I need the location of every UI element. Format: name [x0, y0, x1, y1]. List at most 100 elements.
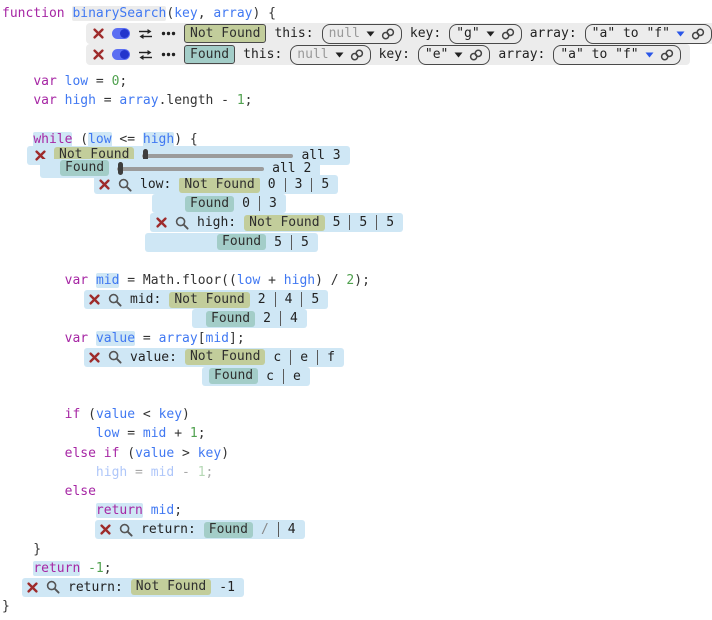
code-token: = Math.floor((: [119, 273, 236, 288]
probe-value: e: [293, 369, 301, 384]
code-token: else: [65, 484, 96, 499]
param-label: this:: [243, 47, 282, 62]
code-token: [2, 446, 65, 461]
magnifier-icon[interactable]: [175, 216, 189, 230]
magnifier-icon[interactable]: [46, 580, 60, 594]
probe-value: e: [300, 350, 308, 365]
code-token: [2, 273, 65, 288]
code-token-highlighted[interactable]: mid: [96, 273, 119, 288]
code-token: value: [135, 446, 174, 461]
magnifier-icon[interactable]: [108, 293, 122, 307]
toggle-icon[interactable]: [112, 28, 130, 39]
link-icon: [469, 49, 483, 61]
more-icon[interactable]: [161, 31, 176, 36]
probe-panel: mid:Not Found245: [84, 290, 328, 309]
code-token-highlighted[interactable]: binarySearch: [72, 6, 166, 21]
trace-row: Not Foundthis:nullkey:"g"array:"a" to "f…: [0, 23, 712, 44]
code-token: ,: [198, 6, 214, 21]
swap-icon[interactable]: [138, 49, 153, 61]
code-token-highlighted[interactable]: while: [33, 132, 72, 147]
more-icon[interactable]: [161, 52, 176, 57]
code-token: var: [65, 273, 88, 288]
probe-label: mid:: [130, 292, 161, 307]
value-dropdown[interactable]: null: [290, 45, 370, 65]
toggle-icon[interactable]: [112, 49, 130, 60]
probe-label: return:: [68, 580, 123, 595]
value-separator: [301, 292, 302, 307]
close-icon[interactable]: [27, 582, 38, 593]
probe-values: ce: [266, 369, 301, 384]
value-dropdown[interactable]: "a" to "f": [553, 45, 680, 65]
link-icon: [501, 28, 515, 40]
magnifier-icon[interactable]: [119, 523, 133, 537]
code-token-highlighted[interactable]: return: [96, 503, 143, 518]
probe-value: 4: [285, 292, 293, 307]
slider-count-label: all 2: [272, 161, 311, 176]
dropdown-value: "a" to "f": [592, 26, 670, 41]
code-line: }: [0, 597, 712, 616]
probe-value: 4: [290, 311, 298, 326]
probe-value: -1: [219, 580, 235, 595]
code-token: ;: [104, 561, 112, 576]
value-dropdown[interactable]: "a" to "f": [585, 24, 712, 44]
value-separator: [285, 177, 286, 192]
close-icon[interactable]: [156, 217, 167, 228]
trace-panel: Not Foundthis:nullkey:"g"array:"a" to "f…: [86, 23, 712, 44]
close-icon[interactable]: [99, 179, 110, 190]
code-line: else if (value > key): [0, 444, 712, 463]
code-token-highlighted[interactable]: value: [96, 331, 135, 346]
code-token-highlighted[interactable]: low: [88, 132, 111, 147]
value-dropdown[interactable]: "e": [418, 45, 490, 65]
probe-panel: high:Not Found555: [150, 213, 403, 232]
close-icon[interactable]: [100, 524, 111, 535]
status-badge: Found: [217, 234, 266, 250]
probe-value: c: [266, 369, 274, 384]
slider-thumb[interactable]: [118, 162, 123, 175]
code-token: [65, 6, 73, 21]
code-token: =: [119, 426, 142, 441]
probe-value: 4: [288, 522, 296, 537]
close-icon[interactable]: [89, 294, 100, 305]
code-token: (: [72, 132, 88, 147]
close-icon[interactable]: [89, 352, 100, 363]
code-token: ): [221, 446, 229, 461]
code-token: =: [135, 331, 158, 346]
magnifier-icon[interactable]: [108, 350, 122, 364]
code-token: ): [182, 407, 190, 422]
probe-row: high:Not Found555: [0, 213, 712, 232]
swap-icon[interactable]: [138, 28, 153, 40]
value-dropdown[interactable]: "g": [449, 24, 521, 44]
value-dropdown[interactable]: null: [322, 24, 402, 44]
code-token: (: [80, 407, 96, 422]
code-token: [57, 93, 65, 108]
code-token: }: [2, 599, 10, 614]
slider-track[interactable]: [142, 154, 293, 158]
code-token: (: [119, 446, 135, 461]
status-badge: Found: [184, 45, 235, 64]
probe-value: 5: [333, 215, 341, 230]
value-separator: [275, 292, 276, 307]
close-icon[interactable]: [93, 28, 104, 39]
code-token-highlighted[interactable]: high: [143, 132, 174, 147]
probe-value: 0: [242, 196, 250, 211]
dropdown-value: "g": [456, 26, 479, 41]
code-line: var low = 0;: [0, 72, 712, 91]
param-label: array:: [498, 47, 545, 62]
code-token-highlighted[interactable]: return: [33, 561, 80, 576]
magnifier-icon[interactable]: [118, 178, 132, 192]
code-token: mid: [143, 426, 166, 441]
close-icon[interactable]: [93, 49, 104, 60]
code-token: ;: [206, 465, 214, 480]
code-token: [2, 407, 65, 422]
code-token: if: [65, 407, 81, 422]
blank-line: [0, 252, 712, 271]
probe-panel: return:Found/4: [95, 520, 305, 539]
probe-value: 5: [321, 177, 329, 192]
probe-value: c: [273, 350, 281, 365]
code-token: 1: [190, 426, 198, 441]
value-separator: [283, 369, 284, 384]
probe-panel: Found55: [145, 233, 318, 252]
iteration-slider[interactable]: [117, 162, 264, 175]
slider-track[interactable]: [117, 167, 264, 171]
code-token: 2: [346, 273, 354, 288]
